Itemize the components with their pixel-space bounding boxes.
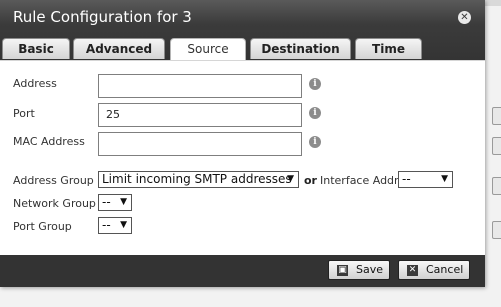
cancel-button-label: Cancel — [426, 263, 464, 276]
interface-addr-value: -- — [402, 172, 411, 186]
save-icon: ▣ — [337, 265, 348, 276]
tab-source[interactable]: Source — [170, 38, 246, 60]
chevron-down-icon: ▼ — [120, 220, 127, 230]
tab-bar: Basic Advanced Source Destination Time — [0, 38, 485, 60]
dialog-title: Rule Configuration for 3 — [13, 8, 192, 26]
address-group-select[interactable]: Limit incoming SMTP addresses ▼ — [98, 171, 299, 188]
background-button — [492, 221, 501, 239]
mac-address-label: MAC Address — [13, 135, 85, 148]
port-group-value: -- — [102, 218, 111, 232]
chevron-down-icon: ▼ — [120, 197, 127, 207]
close-icon[interactable]: ✕ — [458, 11, 471, 24]
background-button — [492, 107, 501, 125]
network-group-label: Network Group — [13, 197, 96, 210]
mac-address-input[interactable] — [98, 132, 302, 156]
info-icon[interactable]: i — [309, 78, 321, 90]
info-icon[interactable]: i — [309, 107, 321, 119]
close-icon: ✕ — [407, 265, 418, 276]
cancel-button[interactable]: ✕ Cancel — [398, 260, 470, 280]
save-button-label: Save — [356, 263, 384, 276]
save-button[interactable]: ▣ Save — [328, 260, 390, 280]
tab-destination[interactable]: Destination — [250, 38, 351, 59]
background-button — [492, 177, 501, 195]
port-group-select[interactable]: -- ▼ — [98, 217, 132, 234]
address-input[interactable] — [98, 74, 302, 98]
port-label: Port — [13, 107, 35, 120]
port-group-label: Port Group — [13, 220, 72, 233]
chevron-down-icon: ▼ — [441, 174, 448, 184]
address-label: Address — [13, 77, 57, 90]
or-text: or — [304, 174, 317, 187]
rule-configuration-dialog: Rule Configuration for 3 ✕ Basic Advance… — [0, 0, 485, 287]
interface-addr-label: Interface Addr — [320, 174, 399, 187]
tab-advanced[interactable]: Advanced — [73, 38, 165, 59]
source-tab-content: Address i Port 25 i MAC Address i Addres… — [0, 60, 485, 256]
port-input[interactable]: 25 — [98, 103, 302, 127]
address-group-label: Address Group — [13, 174, 94, 187]
tab-basic[interactable]: Basic — [2, 38, 70, 59]
background-button — [492, 137, 501, 155]
chevron-down-icon: ▼ — [287, 174, 294, 184]
network-group-select[interactable]: -- ▼ — [98, 194, 132, 211]
tab-time[interactable]: Time — [355, 38, 422, 59]
address-group-value: Limit incoming SMTP addresses — [102, 172, 292, 186]
dialog-titlebar: Rule Configuration for 3 ✕ Basic Advance… — [0, 0, 485, 60]
info-icon[interactable]: i — [309, 136, 321, 148]
interface-addr-select[interactable]: -- ▼ — [398, 171, 453, 188]
network-group-value: -- — [102, 195, 111, 209]
dialog-footer: ▣ Save ✕ Cancel — [0, 255, 485, 287]
